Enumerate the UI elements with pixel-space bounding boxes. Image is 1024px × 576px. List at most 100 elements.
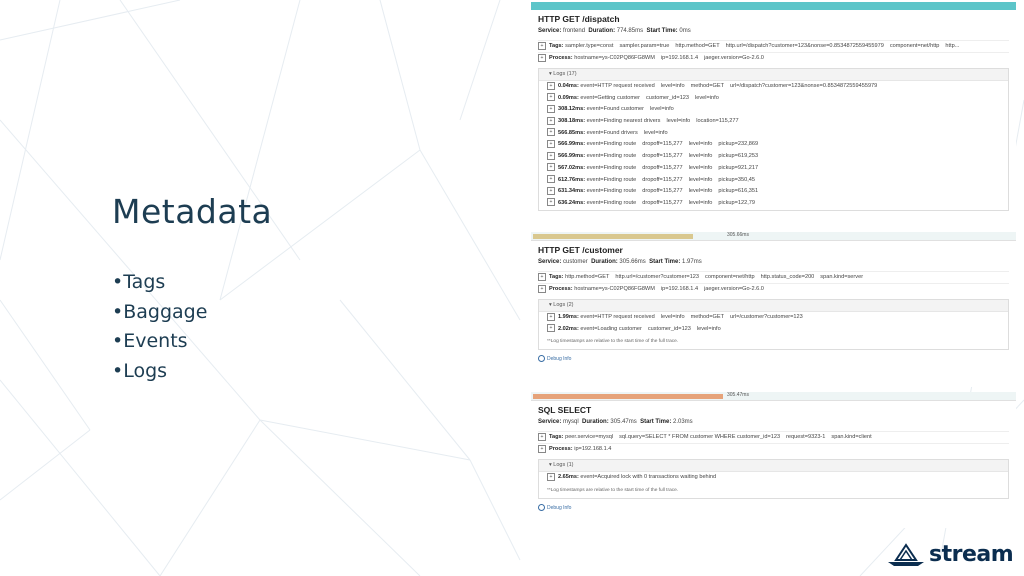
expand-icon[interactable]: + — [547, 163, 555, 172]
expand-icon[interactable]: + — [538, 41, 546, 50]
log-row[interactable]: +0.09ms: event=Getting customer customer_… — [539, 92, 1008, 105]
log-row[interactable]: +567.02ms: event=Finding route dropoff=11… — [539, 162, 1008, 175]
log-field: event=Getting customer — [580, 94, 640, 101]
expand-icon[interactable]: + — [538, 53, 546, 62]
span-meta: Service: frontend Duration: 774.85ms Sta… — [538, 28, 691, 34]
log-field: event=Acquired lock with 0 transactions … — [580, 474, 717, 480]
log-row[interactable]: +2.65ms: event=Acquired lock with 0 tran… — [539, 472, 1008, 484]
expand-icon[interactable]: + — [547, 93, 555, 102]
expand-icon[interactable]: + — [547, 128, 555, 137]
log-field: event=Finding route — [586, 141, 637, 148]
span-panel-sql: 305.47ms SQL SELECT Service: mysql Durat… — [531, 392, 1016, 528]
timeline-label: 305.47ms — [727, 392, 749, 398]
expand-icon[interactable]: + — [538, 444, 546, 453]
log-row[interactable]: +636.24ms: event=Finding route dropoff=11… — [539, 197, 1008, 210]
log-field: level=info — [688, 153, 713, 160]
expand-icon[interactable]: + — [538, 272, 546, 281]
log-row[interactable]: +612.76ms: event=Finding route dropoff=11… — [539, 174, 1008, 187]
span-meta: Service: customer Duration: 305.66ms Sta… — [538, 259, 702, 265]
boat-icon — [888, 543, 924, 566]
log-time: 0.04ms: — [558, 83, 579, 89]
log-field: event=Finding route — [586, 153, 637, 160]
logs-header[interactable]: ▾ Logs (2) — [539, 300, 1008, 312]
log-time: 566.85ms: — [558, 129, 586, 136]
logs-header[interactable]: ▾ Logs (1) — [539, 460, 1008, 472]
log-field: pickup=350,45 — [718, 176, 755, 183]
expand-icon[interactable]: + — [547, 198, 555, 207]
expand-icon[interactable]: + — [547, 139, 555, 148]
logs-section: ▾ Logs (1) +2.65ms: event=Acquired lock … — [538, 459, 1009, 499]
log-row[interactable]: +2.02ms: event=Loading customer customer_… — [539, 323, 1008, 336]
expand-icon[interactable]: + — [547, 175, 555, 184]
log-field: method=GET — [690, 314, 725, 320]
log-row[interactable]: +308.12ms: event=Found customer level=inf… — [539, 104, 1008, 117]
log-time: 566.99ms: — [558, 153, 586, 160]
log-field: event=HTTP request received — [580, 83, 655, 89]
logs-section: ▾ Logs (2) +1.99ms: event=HTTP request r… — [538, 299, 1009, 351]
expand-icon[interactable]: + — [538, 432, 546, 441]
expand-icon[interactable]: + — [538, 284, 546, 293]
logs-header[interactable]: ▾ Logs (17) — [539, 69, 1008, 81]
logs-note: **Log timestamps are relative to the sta… — [539, 483, 1008, 498]
log-field: location=115,277 — [696, 118, 739, 125]
expand-icon[interactable]: + — [547, 81, 555, 90]
log-field: pickup=921,217 — [718, 164, 759, 171]
log-field: event=Finding route — [586, 188, 637, 195]
log-field: event=Finding nearest drivers — [586, 118, 661, 125]
span-title[interactable]: HTTP GET /dispatch — [531, 10, 1016, 28]
expand-icon[interactable]: + — [547, 312, 555, 321]
log-field: event=Finding route — [586, 176, 637, 183]
log-time: 2.65ms: — [558, 474, 579, 480]
span-title[interactable]: HTTP GET /customer — [531, 241, 1016, 259]
bullet-list: Tags Baggage Events Logs — [112, 268, 207, 386]
stream-logo: stream — [886, 540, 1014, 568]
log-row[interactable]: +0.04ms: event=HTTP request received leve… — [539, 81, 1008, 93]
timeline-label: 305.66ms — [727, 232, 749, 238]
expand-icon[interactable]: + — [547, 104, 555, 113]
log-time: 0.09ms: — [558, 94, 579, 101]
expand-icon[interactable]: + — [547, 472, 555, 481]
expand-icon[interactable]: + — [547, 186, 555, 195]
process-row[interactable]: + Process: hostname=ys-C02PQ86FG8WM ip=192… — [538, 52, 1009, 64]
log-row[interactable]: +566.99ms: event=Finding route dropoff=11… — [539, 139, 1008, 152]
expand-icon[interactable]: + — [547, 116, 555, 125]
span-timeline: 305.47ms — [531, 392, 1016, 401]
log-field: pickup=122,79 — [718, 199, 755, 206]
log-field: level=info — [688, 188, 713, 195]
log-field: level=info — [688, 199, 713, 206]
expand-icon[interactable]: + — [547, 151, 555, 160]
log-row[interactable]: +631.34ms: event=Finding route dropoff=11… — [539, 186, 1008, 198]
info-icon — [538, 503, 545, 511]
debug-info-link[interactable]: Debug Info — [531, 350, 1016, 367]
log-field: event=Found drivers — [586, 129, 638, 136]
log-field: pickup=619,253 — [718, 153, 759, 160]
timeline-bar — [533, 234, 693, 239]
log-field: level=info — [666, 118, 691, 125]
tags-row[interactable]: + Tags: http.method=GET http.url=/customer… — [538, 271, 1009, 283]
log-row[interactable]: +1.99ms: event=HTTP request received leve… — [539, 312, 1008, 324]
span-title[interactable]: SQL SELECT — [531, 401, 1016, 419]
span-panel-dispatch: HTTP GET /dispatch Service: frontend Dur… — [531, 2, 1016, 234]
tags-row[interactable]: + Tags: peer.service=mysql sql.query=SELEC… — [538, 431, 1009, 443]
log-field: event=Finding route — [586, 164, 637, 171]
log-row[interactable]: +308.18ms: event=Finding nearest drivers… — [539, 116, 1008, 128]
tags-row[interactable]: + Tags: sampler.type=const sampler.param=t… — [538, 40, 1009, 52]
log-field: dropoff=115,277 — [642, 164, 683, 171]
log-row[interactable]: +566.85ms: event=Found drivers level=info — [539, 127, 1008, 140]
debug-info-link[interactable]: Debug Info — [531, 499, 1016, 516]
log-field: level=info — [650, 106, 674, 113]
process-row[interactable]: + Process: hostname=ys-C02PQ86FG8WM ip=192… — [538, 283, 1009, 295]
log-time: 566.99ms: — [558, 141, 586, 148]
span-bar — [531, 2, 1016, 10]
logs-note: **Log timestamps are relative to the sta… — [539, 335, 1008, 350]
log-row[interactable]: +566.99ms: event=Finding route dropoff=11… — [539, 151, 1008, 163]
expand-icon[interactable]: + — [547, 324, 555, 333]
log-field: event=Finding route — [586, 199, 637, 206]
process-row[interactable]: + Process: ip=192.168.1.4 — [538, 443, 1009, 455]
log-time: 308.18ms: — [558, 118, 586, 125]
log-field: dropoff=115,277 — [642, 176, 683, 183]
log-time: 567.02ms: — [558, 164, 586, 171]
log-field: method=GET — [690, 83, 725, 89]
log-time: 308.12ms: — [558, 106, 586, 113]
log-field: event=Loading customer — [580, 325, 642, 332]
